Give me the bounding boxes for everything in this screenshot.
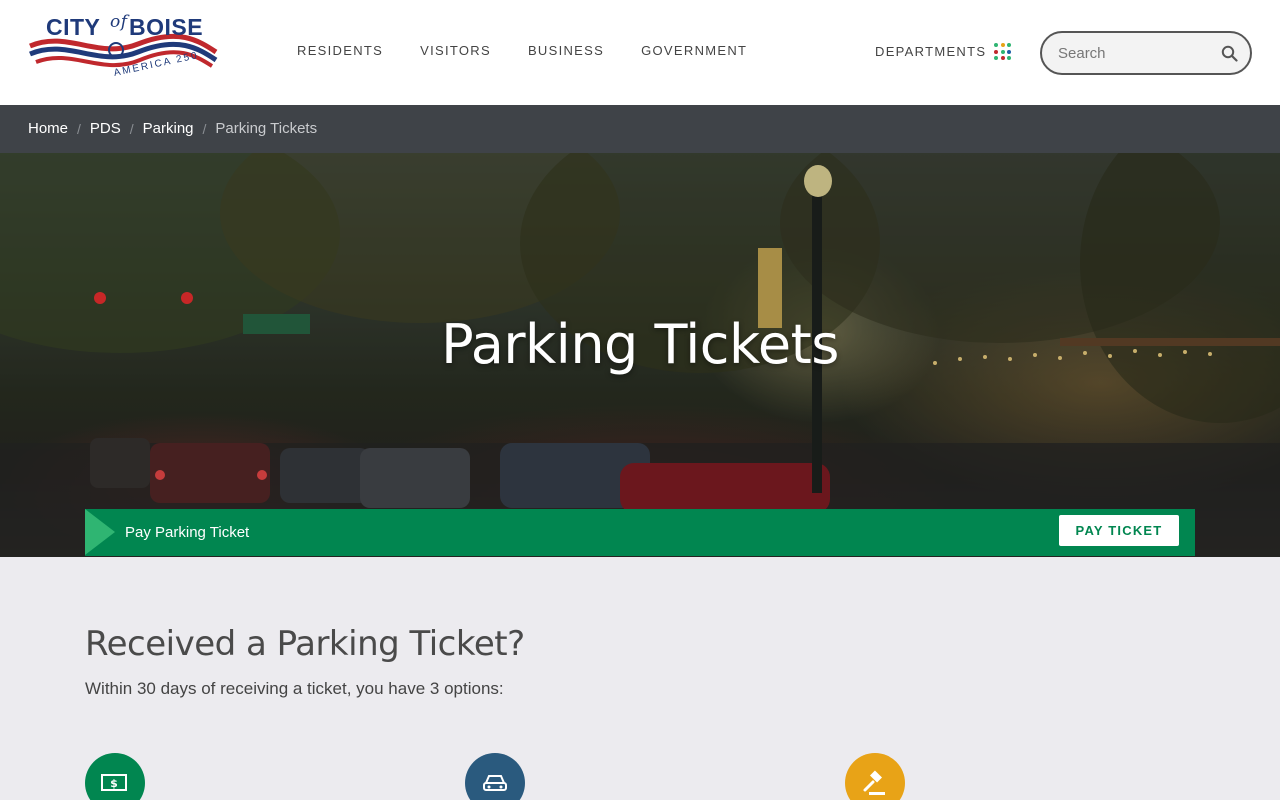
logo-of-text: of <box>110 12 128 32</box>
option-vehicle-circle[interactable] <box>465 753 525 800</box>
nav-residents[interactable]: RESIDENTS <box>297 43 383 58</box>
breadcrumb-pds[interactable]: PDS <box>90 120 121 137</box>
nav-business[interactable]: BUSINESS <box>528 43 604 58</box>
breadcrumb: Home / PDS / Parking / Parking Tickets <box>28 120 317 137</box>
site-header: CITY of BOISE AMERICA 250 RESIDENTS VISI… <box>0 0 1280 105</box>
nav-visitors[interactable]: VISITORS <box>420 43 491 58</box>
breadcrumb-separator: / <box>77 120 81 137</box>
money-icon: $ <box>101 774 127 791</box>
city-of-boise-logo[interactable]: CITY of BOISE AMERICA 250 <box>28 12 220 94</box>
section-intro: Within 30 days of receiving a ticket, yo… <box>85 679 504 698</box>
page-title: Parking Tickets <box>441 313 839 376</box>
gavel-icon <box>863 770 885 795</box>
nav-government[interactable]: GOVERNMENT <box>641 43 747 58</box>
arrow-icon <box>85 509 115 555</box>
breadcrumb-current: Parking Tickets <box>215 120 318 137</box>
pay-ticket-bar: Pay Parking Ticket PAY TICKET <box>85 509 1195 556</box>
car-icon <box>483 775 507 791</box>
breadcrumb-parking[interactable]: Parking <box>143 120 194 137</box>
departments-label: DEPARTMENTS <box>875 44 987 59</box>
breadcrumb-separator: / <box>129 120 134 137</box>
hero-banner: Parking Tickets <box>0 153 1280 557</box>
search-input[interactable] <box>1058 43 1218 63</box>
option-appeal-circle[interactable] <box>845 753 905 800</box>
breadcrumb-separator: / <box>202 120 207 137</box>
main-nav: RESIDENTS VISITORS BUSINESS GOVERNMENT <box>297 43 747 58</box>
search-box <box>1040 31 1252 75</box>
breadcrumb-bar: Home / PDS / Parking / Parking Tickets <box>0 105 1280 153</box>
pay-parking-ticket-label: Pay Parking Ticket <box>125 524 250 541</box>
grid-dots-icon <box>994 43 1012 60</box>
breadcrumb-home[interactable]: Home <box>28 120 68 137</box>
option-pay-circle[interactable]: $ <box>85 753 145 800</box>
search-icon[interactable] <box>1221 45 1238 67</box>
section-heading: Received a Parking Ticket? <box>85 624 525 664</box>
pay-ticket-button[interactable]: PAY TICKET <box>1059 515 1179 546</box>
svg-text:$: $ <box>110 777 118 790</box>
logo-city-text: CITY <box>46 14 101 40</box>
departments-menu-button[interactable]: DEPARTMENTS <box>875 43 1012 60</box>
logo-boise-text: BOISE <box>129 14 204 40</box>
